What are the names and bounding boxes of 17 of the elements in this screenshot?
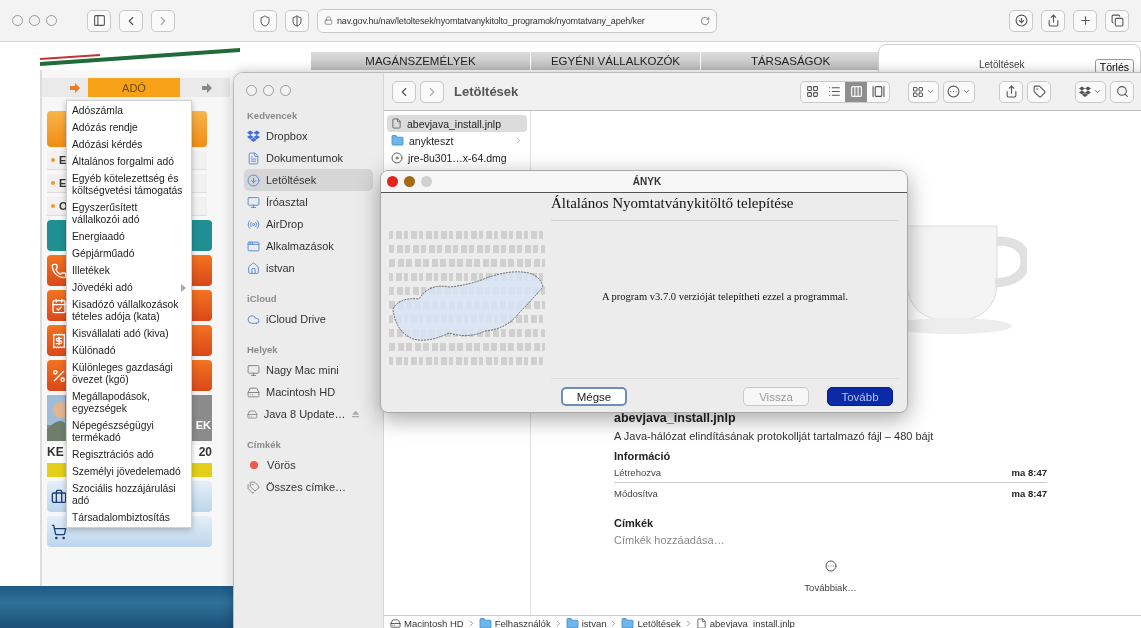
sidebar-heading: iCloud bbox=[247, 293, 278, 304]
info-label: Módosítva bbox=[614, 488, 658, 499]
info-value: ma 8:47 bbox=[1011, 467, 1047, 478]
sidebar-heading: Kedvencek bbox=[247, 110, 299, 121]
dialog-title: ÁNYK bbox=[632, 176, 662, 187]
section-heading: Címkék bbox=[614, 517, 655, 529]
info-label: Létrehozva bbox=[614, 467, 661, 478]
file-name: abevjava_install.jnlp bbox=[614, 411, 737, 425]
dialog-message: A program v3.7.0 verzióját telepítheti ezzel a programmal. bbox=[601, 291, 849, 302]
dialog-heading: Általános Nyomtatványkitöltő telepítése bbox=[551, 193, 899, 221]
file-description: A Java-hálózat elindításának protokollját tartalmazó fájl – 480 bájt bbox=[614, 430, 935, 442]
popover-title: Letöltések bbox=[979, 59, 1025, 70]
window-title: Letöltések bbox=[454, 84, 520, 99]
sidebar-heading: Helyek bbox=[247, 344, 279, 355]
section-heading: Információ bbox=[614, 450, 672, 462]
info-value: ma 8:47 bbox=[1011, 488, 1047, 499]
sidebar-heading: Címkék bbox=[247, 439, 282, 450]
